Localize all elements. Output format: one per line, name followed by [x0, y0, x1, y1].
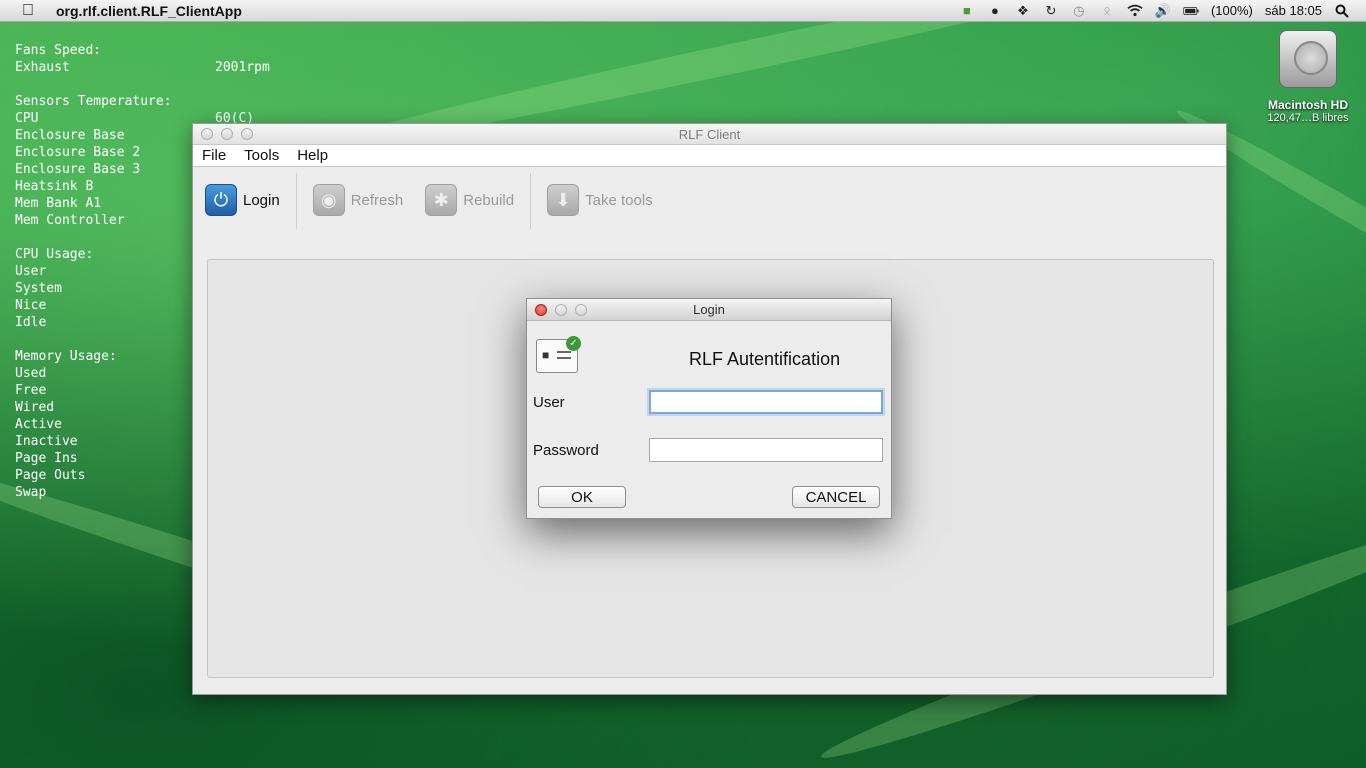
stats-header: Fans Speed:: [15, 43, 102, 58]
close-icon[interactable]: [535, 304, 547, 316]
minimize-icon[interactable]: [221, 128, 233, 140]
cancel-button[interactable]: CANCEL: [792, 486, 880, 508]
menu-file[interactable]: File: [193, 147, 235, 164]
dialog-titlebar[interactable]: Login: [527, 299, 891, 321]
menu-tools[interactable]: Tools: [235, 147, 288, 164]
toolbar-separator: [295, 173, 297, 229]
volume-icon[interactable]: 🔊: [1155, 3, 1171, 18]
id-card-icon: ■ ✓: [536, 336, 581, 373]
power-icon: ⏻: [205, 184, 237, 216]
rebuild-icon: ✱: [425, 184, 458, 216]
close-icon[interactable]: [201, 128, 213, 140]
stats-row: Exhaust 2001rpm: [15, 60, 270, 75]
menu-help[interactable]: Help: [288, 147, 337, 164]
stats-header: Sensors Temperature:: [15, 94, 172, 109]
ok-button[interactable]: OK: [538, 486, 626, 508]
login-button-label: Login: [243, 191, 280, 209]
refresh-icon: ◉: [312, 184, 345, 216]
bluetooth-icon[interactable]: ᛟ: [1099, 3, 1115, 18]
app-menu-bar: File Tools Help: [193, 145, 1226, 167]
rebuild-button[interactable]: ✱ Rebuild: [423, 183, 516, 217]
battery-icon[interactable]: [1183, 4, 1199, 18]
login-button[interactable]: ⏻ Login: [203, 183, 282, 217]
apple-menu-icon[interactable]: : [0, 2, 56, 20]
sync-icon[interactable]: ↻: [1043, 3, 1059, 18]
dialog-heading: RLF Autentification: [689, 349, 841, 369]
user-input[interactable]: [649, 390, 883, 414]
disk-free-space: 120,47…B libres: [1267, 112, 1349, 124]
monitor-agent-icon[interactable]: ●: [987, 3, 1003, 18]
refresh-button[interactable]: ◉ Refresh: [311, 183, 406, 217]
window-titlebar[interactable]: RLF Client: [193, 124, 1226, 145]
take-tools-button-label: Take tools: [585, 191, 653, 209]
checkmark-icon: ✓: [566, 336, 581, 351]
download-icon: ⬇: [547, 184, 580, 216]
zoom-icon[interactable]: [241, 128, 253, 140]
spotlight-search-icon[interactable]: [1334, 4, 1350, 18]
menu-bar:  org.rlf.client.RLF_ClientApp ■ ● ❖ ↻ ◷…: [0, 0, 1366, 22]
clock[interactable]: sáb 18:05: [1265, 3, 1322, 18]
zoom-icon[interactable]: [575, 304, 587, 316]
evernote-icon[interactable]: ■: [959, 3, 975, 18]
window-title: RLF Client: [678, 127, 741, 142]
dropbox-icon[interactable]: ❖: [1015, 3, 1031, 18]
toolbar: ⏻ Login ◉ Refresh ✱ Rebuild ⬇ Take tools: [193, 167, 1226, 259]
wifi-icon[interactable]: [1127, 4, 1143, 18]
password-label: Password: [533, 442, 599, 459]
window-controls: [201, 128, 253, 140]
macintosh-hd-desktop-icon[interactable]: Macintosh HD 120,47…B libres: [1262, 30, 1354, 124]
minimize-icon[interactable]: [555, 304, 567, 316]
time-machine-icon[interactable]: ◷: [1071, 3, 1087, 18]
user-label: User: [533, 394, 565, 411]
dialog-window-controls: [535, 304, 587, 316]
dialog-title: Login: [693, 302, 725, 317]
password-input[interactable]: [649, 438, 883, 462]
status-area: ■ ● ❖ ↻ ◷ ᛟ 🔊 (100%) sáb 18:05: [959, 3, 1366, 18]
toolbar-separator: [530, 173, 532, 229]
take-tools-button[interactable]: ⬇ Take tools: [545, 183, 655, 217]
login-dialog: Login ■ ✓ RLF Autentification User Passw…: [526, 298, 892, 519]
battery-percent: (100%): [1210, 3, 1253, 18]
app-name-menu[interactable]: org.rlf.client.RLF_ClientApp: [56, 3, 242, 19]
refresh-button-label: Refresh: [350, 191, 404, 209]
rebuild-button-label: Rebuild: [463, 191, 515, 209]
disk-name: Macintosh HD: [1267, 98, 1348, 112]
hard-disk-icon: [1279, 30, 1337, 88]
